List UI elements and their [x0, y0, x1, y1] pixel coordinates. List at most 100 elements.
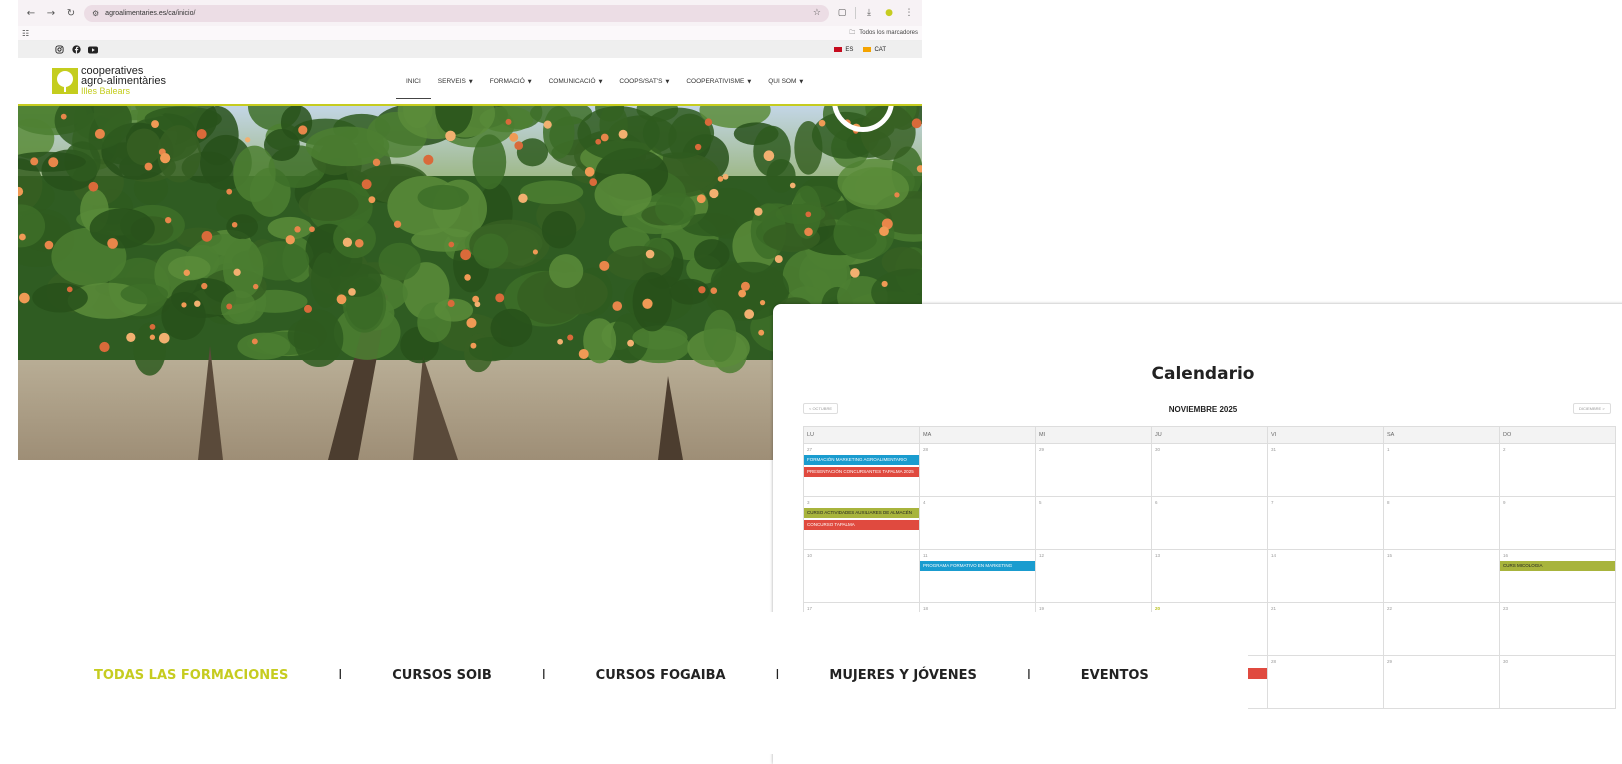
weekday-label: LU: [804, 427, 920, 444]
day-number: 5: [1039, 500, 1042, 505]
nav-item-3[interactable]: COMUNICACIÓ ▼: [549, 74, 603, 89]
calendar-event[interactable]: FORMACIÓN MARKETING AGROALIMENTARIO: [804, 455, 919, 465]
calendar-day-cell[interactable]: 2: [1500, 444, 1616, 497]
nav-item-label: COMUNICACIÓ: [548, 77, 596, 85]
back-icon[interactable]: ←: [24, 6, 38, 20]
training-filters: TODAS LAS FORMACIONES I CURSOS SOIB I CURSOS…: [94, 668, 1149, 683]
caret-down-icon: ▼: [598, 78, 603, 85]
calendar-day-cell[interactable]: 14: [1268, 550, 1384, 603]
calendar-day-cell[interactable]: 29: [1036, 444, 1152, 497]
calendar-day-cell[interactable]: 23: [1500, 603, 1616, 656]
day-number: 14: [1271, 553, 1277, 558]
calendar-day-cell[interactable]: 28: [1268, 656, 1384, 709]
site-logo[interactable]: cooperatives agro-alimentàries Illes Bal…: [52, 66, 166, 96]
language-es[interactable]: ES: [834, 47, 853, 53]
nav-item-1[interactable]: SERVEIS ▼: [438, 74, 473, 89]
weekday-label: JU: [1152, 427, 1268, 444]
day-number: 31: [1271, 447, 1277, 452]
calendar-event[interactable]: PROGRAMA FORMATIVO EN MARKETING: [920, 561, 1035, 571]
filter-tab-2[interactable]: CURSOS FOGAIBA: [596, 668, 726, 683]
calendar-day-cell[interactable]: 27 FORMACIÓN MARKETING AGROALIMENTARIO PRE…: [804, 444, 920, 497]
weekday-label: SA: [1384, 427, 1500, 444]
filter-bar: TODAS LAS FORMACIONES I CURSOS SOIB I CURSOS…: [0, 612, 1248, 754]
calendar-day-cell[interactable]: 16 CURS MICOLOGIA: [1500, 550, 1616, 603]
calendar-event[interactable]: CURSO ACTIVIDADES AUXILIARES DE ALMACÉN: [804, 508, 919, 518]
site-settings-icon[interactable]: ⚙: [92, 9, 99, 18]
download-icon[interactable]: ⤓: [862, 8, 876, 18]
nav-item-2[interactable]: FORMACIÓ ▼: [490, 74, 532, 89]
calendar-day-cell[interactable]: 8: [1384, 497, 1500, 550]
calendar-day-cell[interactable]: 4: [920, 497, 1036, 550]
weekday-label: VI: [1268, 427, 1384, 444]
facebook-icon[interactable]: [71, 45, 81, 55]
extensions-icon[interactable]: ▢: [835, 8, 849, 18]
menu-kebab-icon[interactable]: ⋮: [902, 8, 916, 18]
calendar-day-cell[interactable]: 3 CURSO ACTIVIDADES AUXILIARES DE ALMACÉN…: [804, 497, 920, 550]
day-number: 1: [1387, 447, 1390, 452]
caret-down-icon: ▼: [527, 78, 532, 85]
address-url[interactable]: agroalimentaries.es/ca/inicio/: [105, 10, 813, 17]
calendar-day-cell[interactable]: 1: [1384, 444, 1500, 497]
calendar-day-cell[interactable]: 10: [804, 550, 920, 603]
calendar-day-cell[interactable]: 6: [1152, 497, 1268, 550]
filter-tab-4[interactable]: EVENTOS: [1081, 668, 1149, 683]
calendar-day-cell[interactable]: 21: [1268, 603, 1384, 656]
filter-separator: I: [541, 668, 546, 683]
calendar-day-cell[interactable]: 31: [1268, 444, 1384, 497]
nav-item-0[interactable]: INICI: [396, 74, 431, 99]
calendar-day-cell[interactable]: 5: [1036, 497, 1152, 550]
instagram-icon[interactable]: [54, 45, 64, 55]
day-number: 29: [1387, 659, 1393, 664]
flag-cat-icon: [863, 47, 872, 52]
language-cat[interactable]: CAT: [863, 47, 886, 53]
nav-item-label: COOPS/SAT'S: [619, 77, 663, 85]
calendar-title: Calendario: [1151, 364, 1255, 384]
weekday-label: DO: [1500, 427, 1616, 444]
filter-tab-3[interactable]: MUJERES Y JÓVENES: [829, 668, 977, 683]
calendar-day-cell[interactable]: 7: [1268, 497, 1384, 550]
filter-tab-1[interactable]: CURSOS SOIB: [392, 668, 492, 683]
toolbar-divider: [855, 7, 856, 19]
calendar-day-cell[interactable]: 28: [920, 444, 1036, 497]
nav-item-6[interactable]: QUI SOM ▼: [768, 74, 803, 89]
logo-text: cooperatives agro-alimentàries Illes Bal…: [81, 66, 166, 97]
nav-item-5[interactable]: COOPERATIVISME ▼: [686, 74, 751, 89]
calendar-day-cell[interactable]: 12: [1036, 550, 1152, 603]
day-number: 28: [923, 447, 929, 452]
calendar-day-cell[interactable]: 13: [1152, 550, 1268, 603]
day-number: 11: [923, 553, 928, 558]
filter-separator: I: [1026, 668, 1031, 683]
profile-icon[interactable]: ●: [882, 8, 896, 18]
calendar-day-cell[interactable]: 30: [1152, 444, 1268, 497]
address-bar[interactable]: ⚙ agroalimentaries.es/ca/inicio/ ☆: [84, 4, 829, 22]
day-number: 23: [1503, 606, 1509, 611]
youtube-icon[interactable]: [88, 45, 98, 55]
calendar-day-cell[interactable]: 15: [1384, 550, 1500, 603]
weekday-label: MI: [1036, 427, 1152, 444]
language-es-label: ES: [845, 46, 854, 53]
calendar-week-row: 27 FORMACIÓN MARKETING AGROALIMENTARIO PRE…: [804, 444, 1616, 497]
reload-icon[interactable]: ↻: [64, 6, 78, 20]
tree-logo-icon: [52, 68, 78, 94]
calendar-event[interactable]: PRESENTACIÓN CONCURSANTES TAPALMA 2025: [804, 467, 919, 477]
day-number: 13: [1155, 553, 1161, 558]
filter-tab-0[interactable]: TODAS LAS FORMACIONES: [94, 668, 288, 683]
bookmark-star-icon[interactable]: ☆: [813, 8, 821, 18]
caret-down-icon: ▼: [799, 78, 804, 85]
forward-icon[interactable]: →: [44, 6, 58, 20]
calendar-event[interactable]: CONCURSO TAPALMA: [804, 520, 919, 530]
calendar-day-cell[interactable]: 9: [1500, 497, 1616, 550]
calendar-day-cell[interactable]: 30: [1500, 656, 1616, 709]
calendar-day-cell[interactable]: 22: [1384, 603, 1500, 656]
logo-line-2: agro-alimentàries: [81, 75, 166, 87]
calendar-day-cell[interactable]: 29: [1384, 656, 1500, 709]
day-number: 12: [1039, 553, 1045, 558]
day-number: 9: [1503, 500, 1506, 505]
nav-item-4[interactable]: COOPS/SAT'S ▼: [619, 74, 669, 89]
next-month-button[interactable]: DICIEMBRE >: [1573, 403, 1611, 414]
calendar-event[interactable]: CURS MICOLOGIA: [1500, 561, 1615, 571]
day-number: 3: [807, 500, 810, 505]
calendar-day-cell[interactable]: 11 PROGRAMA FORMATIVO EN MARKETING: [920, 550, 1036, 603]
all-bookmarks-link[interactable]: Todos los marcadores: [859, 30, 918, 36]
apps-grid-icon[interactable]: ☷: [22, 29, 29, 38]
